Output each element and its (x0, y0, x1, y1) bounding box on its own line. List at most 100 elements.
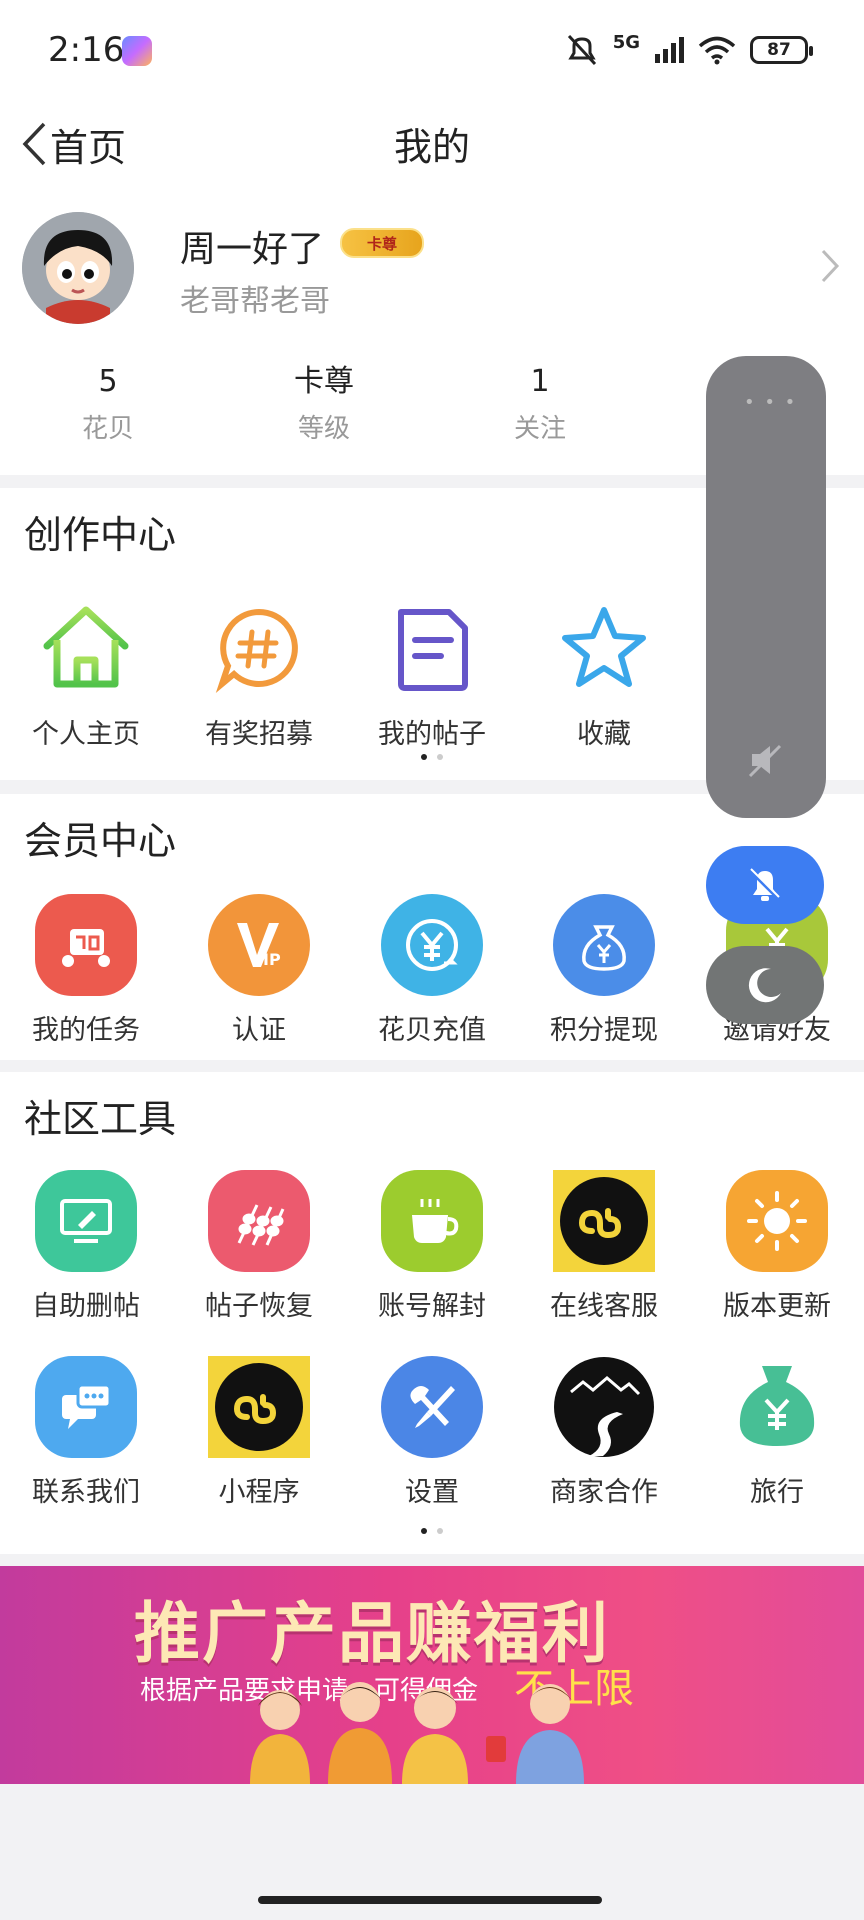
task-icon (35, 894, 137, 996)
grid-label: 商家合作 (550, 1477, 658, 1508)
coffee-cup-icon (381, 1170, 483, 1272)
wrench-screwdriver-icon (381, 1356, 483, 1458)
mute-icon (567, 34, 596, 66)
game-app-icon (122, 36, 152, 66)
grid-label: 我的任务 (32, 1015, 140, 1046)
page-dot (437, 754, 443, 760)
vip-icon: IP (208, 894, 310, 996)
grid-label: 个人主页 (32, 719, 140, 750)
page-dot (421, 1528, 427, 1534)
grid-label: 认证 (232, 1015, 286, 1046)
grid-item-rewards-recruit[interactable]: 有奖招募 (173, 598, 345, 751)
more-dots-icon[interactable]: • • • (744, 392, 797, 413)
nickname: 周一好了 (180, 229, 325, 270)
page-dot (421, 754, 427, 760)
mute-icon[interactable] (746, 740, 786, 780)
grid-item-version-update[interactable]: 版本更新 (691, 1170, 863, 1323)
avatar[interactable] (22, 212, 134, 324)
stat-label: 关注 (513, 414, 566, 444)
do-not-disturb-button[interactable] (706, 846, 824, 924)
grid-item-delete-post[interactable]: 自助删帖 (0, 1170, 172, 1323)
grid-item-contact-us[interactable]: 联系我们 (0, 1356, 172, 1509)
moon-icon (748, 968, 781, 1003)
grid-item-profile-home[interactable]: 个人主页 (0, 598, 172, 751)
dark-mode-button[interactable] (706, 946, 824, 1024)
page-dot (437, 1528, 443, 1534)
grid-label: 旅行 (750, 1477, 804, 1508)
network-label: 5G (612, 31, 640, 53)
document-icon (381, 598, 483, 700)
grid-item-business-cooperation[interactable]: 商家合作 (518, 1356, 690, 1509)
status-time: 2:16 (48, 30, 125, 70)
stat-value: 5 (98, 364, 118, 399)
star-icon (553, 598, 655, 700)
status-bar: 2:16 5G 87 (0, 0, 864, 100)
mini-program-icon (553, 1170, 655, 1272)
stat-label: 花贝 (81, 414, 134, 444)
level-badge: 卡尊 (340, 228, 424, 258)
grid-label: 版本更新 (723, 1291, 831, 1322)
yuan-recharge-icon (381, 894, 483, 996)
grid-item-my-tasks[interactable]: 我的任务 (0, 894, 172, 1047)
grid-item-restore-post[interactable]: 帖子恢复 (173, 1170, 345, 1323)
stat-value: 1 (530, 364, 550, 399)
money-bag-icon (553, 894, 655, 996)
grid-item-mini-program[interactable]: 小程序 (173, 1356, 345, 1509)
community-tools-section: 社区工具 自助删帖 帖子恢复 账号解封 在线客服 版本更新 联系我们 小程序 设… (0, 1072, 864, 1554)
top-nav-bar: 首页 我的 (0, 100, 864, 200)
svg-text:IP: IP (263, 950, 281, 969)
grid-label: 我的帖子 (378, 719, 486, 750)
status-icons: 5G 87 (565, 31, 813, 66)
section-title: 创作中心 (24, 513, 177, 557)
signature: 老哥帮老哥 (180, 284, 330, 319)
grid-item-settings[interactable]: 设置 (346, 1356, 518, 1509)
bell-off-icon (749, 868, 781, 901)
grid-label: 收藏 (577, 719, 631, 750)
stat-label: 等级 (297, 414, 350, 444)
mountain-road-icon (553, 1356, 655, 1458)
grid-label: 有奖招募 (205, 719, 313, 750)
signal-icon (655, 37, 684, 63)
stat-following[interactable]: 1 关注 (440, 360, 640, 445)
grid-label: 设置 (405, 1477, 459, 1508)
stat-value: 卡尊 (294, 364, 354, 399)
grid-item-withdraw[interactable]: 积分提现 (518, 894, 690, 1047)
mini-program-icon (208, 1356, 310, 1458)
floating-quick-panel: • • • (706, 356, 826, 818)
page-title: 我的 (393, 125, 470, 169)
grid-item-verification[interactable]: IP 认证 (173, 894, 345, 1047)
grid-item-unban-account[interactable]: 账号解封 (346, 1170, 518, 1323)
skewer-icon (208, 1170, 310, 1272)
grid-item-favorites[interactable]: 收藏 (518, 598, 690, 751)
page-indicator (0, 1528, 864, 1534)
wifi-icon (698, 36, 736, 65)
grid-label: 自助删帖 (32, 1291, 140, 1322)
grid-label: 积分提现 (550, 1015, 658, 1046)
section-title: 会员中心 (24, 819, 177, 863)
chevron-right-icon (821, 249, 840, 283)
stat-level[interactable]: 卡尊 等级 (224, 360, 424, 445)
grid-label: 小程序 (218, 1477, 300, 1508)
grid-item-my-posts[interactable]: 我的帖子 (346, 598, 518, 751)
home-indicator[interactable] (258, 1896, 602, 1904)
monitor-edit-icon (35, 1170, 137, 1272)
stat-huabei[interactable]: 5 花贝 (8, 360, 208, 445)
money-bag-icon (726, 1356, 828, 1458)
grid-label: 花贝充值 (378, 1015, 486, 1046)
sun-icon (726, 1170, 828, 1272)
grid-item-travel[interactable]: 旅行 (691, 1356, 863, 1509)
cartoon-avatar-icon (22, 212, 134, 324)
home-icon (35, 598, 137, 700)
grid-label: 联系我们 (32, 1477, 140, 1508)
grid-label: 账号解封 (378, 1291, 486, 1322)
promo-banner[interactable]: 推广产品赚福利 根据产品要求申请，可得佣金 不上限 (0, 1566, 864, 1784)
chat-icon (35, 1356, 137, 1458)
grid-label: 在线客服 (550, 1291, 658, 1322)
cartoon-people-illustration (250, 1682, 584, 1784)
profile-detail-button[interactable] (820, 248, 840, 288)
grid-item-online-service[interactable]: 在线客服 (518, 1170, 690, 1323)
hashtag-bubble-icon (208, 598, 310, 700)
section-title: 社区工具 (24, 1097, 177, 1141)
grid-item-recharge[interactable]: 花贝充值 (346, 894, 518, 1047)
battery-indicator: 87 (750, 36, 813, 64)
